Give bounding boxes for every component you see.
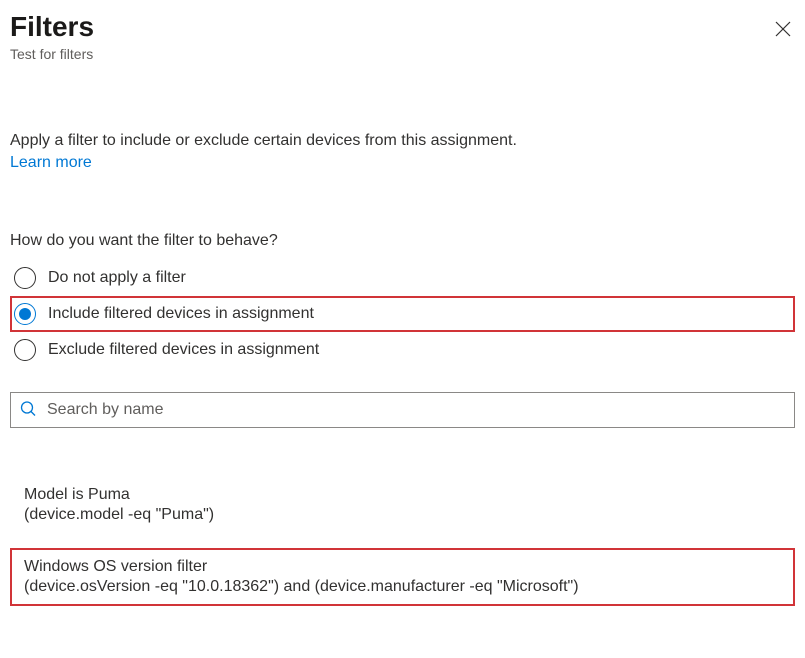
radio-circle-none[interactable] — [14, 267, 36, 289]
filter-item-puma[interactable]: Model is Puma (device.model -eq "Puma") — [10, 476, 795, 534]
filter-list: Model is Puma (device.model -eq "Puma") … — [10, 476, 795, 606]
description-text: Apply a filter to include or exclude cer… — [10, 132, 795, 150]
search-input[interactable] — [10, 392, 795, 428]
close-button[interactable] — [771, 18, 795, 42]
radio-circle-include[interactable] — [14, 303, 36, 325]
close-icon — [775, 21, 791, 37]
filter-rule: (device.model -eq "Puma") — [24, 506, 781, 524]
filter-item-windows-os[interactable]: Windows OS version filter (device.osVers… — [10, 548, 795, 606]
radio-option-exclude[interactable]: Exclude filtered devices in assignment — [10, 332, 795, 368]
radio-label-include: Include filtered devices in assignment — [48, 305, 314, 323]
learn-more-link[interactable]: Learn more — [10, 154, 92, 172]
radio-option-none[interactable]: Do not apply a filter — [10, 260, 795, 296]
filter-name: Model is Puma — [24, 486, 781, 504]
page-title: Filters — [10, 10, 795, 44]
search-icon — [20, 400, 36, 419]
radio-label-exclude: Exclude filtered devices in assignment — [48, 341, 319, 359]
radio-circle-exclude[interactable] — [14, 339, 36, 361]
radio-inner-dot — [19, 308, 31, 320]
behavior-question: How do you want the filter to behave? — [10, 232, 795, 250]
filter-name: Windows OS version filter — [24, 558, 781, 576]
radio-label-none: Do not apply a filter — [48, 269, 186, 287]
search-container — [10, 392, 795, 428]
page-subtitle: Test for filters — [10, 46, 795, 62]
filter-rule: (device.osVersion -eq "10.0.18362") and … — [24, 578, 781, 596]
panel-header: Filters Test for filters — [10, 10, 795, 62]
radio-option-include[interactable]: Include filtered devices in assignment — [10, 296, 795, 332]
